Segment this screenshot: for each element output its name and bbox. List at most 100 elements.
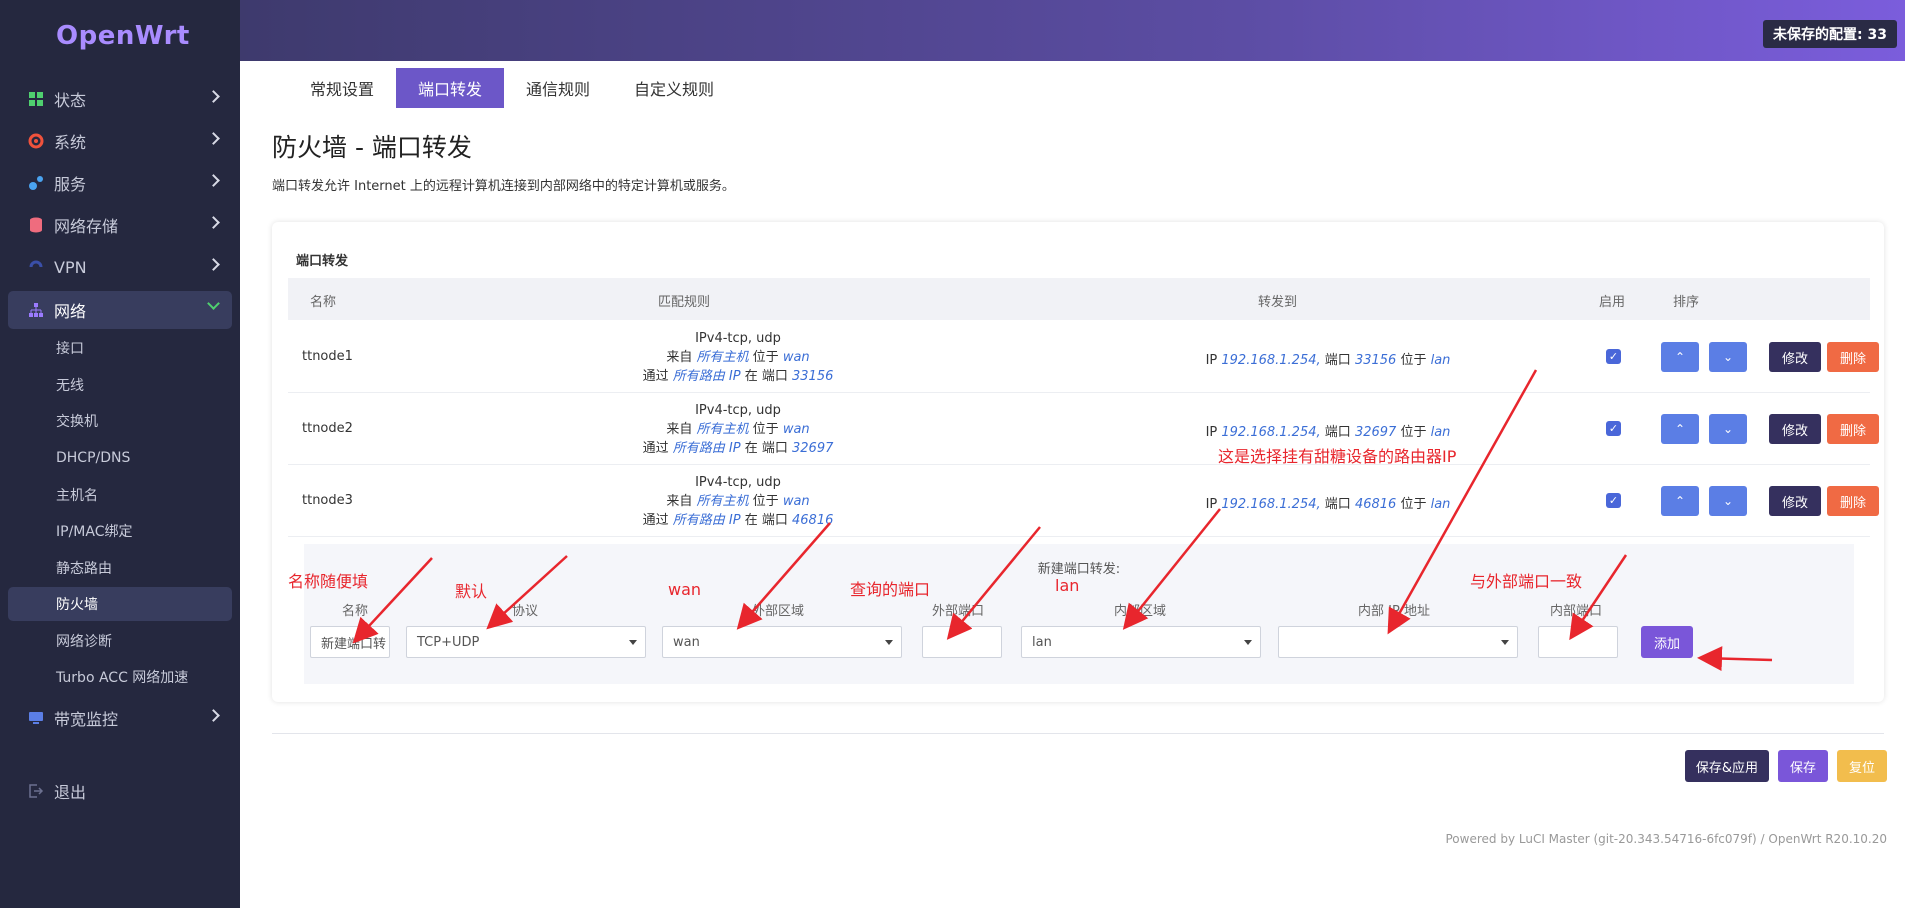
sidebar-item-label: 服务 [54, 175, 87, 194]
sidebar-subitem-turbo-acc[interactable]: Turbo ACC 网络加速 [8, 660, 232, 694]
sidebar-subitem-firewall[interactable]: 防火墙 [8, 587, 232, 621]
sidebar-item-label: 网络 [54, 302, 87, 321]
move-down-button[interactable]: ⌄ [1709, 414, 1747, 444]
enable-checkbox[interactable]: ✓ [1606, 349, 1621, 364]
tab-traffic-rules[interactable]: 通信规则 [504, 68, 612, 108]
new-int-port-label: 内部端口 [1550, 604, 1603, 619]
text: 通过 [642, 369, 669, 384]
text: 来自 [666, 494, 693, 509]
forward-target: IP 192.168.1.254, 端口 33156 位于 lan [1118, 349, 1538, 368]
sidebar-item-system[interactable]: 系统 [8, 122, 232, 160]
sidebar-subitem-static-routes[interactable]: 静态路由 [8, 551, 232, 585]
move-up-button[interactable]: ⌃ [1661, 414, 1699, 444]
move-up-button[interactable]: ⌃ [1661, 342, 1699, 372]
save-button[interactable]: 保存 [1778, 750, 1828, 782]
text: IP [1205, 425, 1218, 440]
internal-zone-select[interactable]: lan [1021, 626, 1261, 658]
rule-name: ttnode2 [302, 421, 353, 436]
new-name-label: 名称 [342, 604, 369, 619]
sidebar-subitem-switch[interactable]: 交换机 [8, 404, 232, 438]
sidebar-item-bandwidth[interactable]: 带宽监控 [8, 699, 232, 737]
annotation-port: 查询的端口 [850, 580, 931, 599]
enable-checkbox[interactable]: ✓ [1606, 493, 1621, 508]
external-port-input[interactable] [922, 626, 1002, 658]
section-title: 端口转发 [296, 254, 349, 269]
sidebar-subitem-interfaces[interactable]: 接口 [8, 331, 232, 365]
annotation-intport: 与外部端口一致 [1470, 572, 1583, 591]
match-proto: IPv4-tcp, udp [695, 403, 781, 418]
network-icon [28, 302, 44, 318]
sidebar-subitem-wireless[interactable]: 无线 [8, 368, 232, 402]
match-from: 来自 所有主机 位于 wan [528, 420, 948, 439]
sidebar-subitem-diagnostics[interactable]: 网络诊断 [8, 624, 232, 658]
edit-button[interactable]: 修改 [1769, 342, 1821, 372]
text: 端口 [1324, 497, 1351, 512]
sidebar-item-storage[interactable]: 网络存储 [8, 206, 232, 244]
add-button[interactable]: 添加 [1641, 626, 1693, 658]
new-ext-zone-label: 外部区域 [752, 604, 805, 619]
reset-button[interactable]: 复位 [1837, 750, 1887, 782]
table-header: 名称 匹配规则 转发到 启用 排序 [288, 278, 1870, 320]
move-down-button[interactable]: ⌄ [1709, 342, 1747, 372]
edit-button[interactable]: 修改 [1769, 486, 1821, 516]
page-description: 端口转发允许 Internet 上的远程计算机连接到内部网络中的特定计算机或服务… [272, 179, 735, 194]
new-name-input[interactable]: 新建端口转 [310, 626, 390, 658]
link-text: lan [1430, 425, 1451, 440]
text: 在 端口 [744, 441, 788, 456]
sidebar-item-label: VPN [54, 257, 87, 277]
forward-target: IP 192.168.1.254, 端口 46816 位于 lan [1118, 493, 1538, 512]
tab-general[interactable]: 常规设置 [288, 68, 396, 108]
text: 在 端口 [744, 513, 788, 528]
sidebar-item-status[interactable]: 状态 [8, 80, 232, 118]
internal-port-input[interactable] [1538, 626, 1618, 658]
move-down-button[interactable]: ⌄ [1709, 486, 1747, 516]
match-rule: IPv4-tcp, udp 来自 所有主机 位于 wan 通过 所有路由 IP … [528, 329, 948, 386]
delete-button[interactable]: 删除 [1827, 486, 1879, 516]
delete-button[interactable]: 删除 [1827, 342, 1879, 372]
new-int-zone-label: 内部区域 [1114, 604, 1167, 619]
text: 来自 [666, 350, 693, 365]
sidebar-item-logout[interactable]: 退出 [8, 772, 232, 810]
annotation-wan: wan [668, 580, 702, 599]
match-proto: IPv4-tcp, udp [695, 331, 781, 346]
edit-button[interactable]: 修改 [1769, 414, 1821, 444]
sidebar-subitem-ip-mac-binding[interactable]: IP/MAC绑定 [8, 514, 232, 548]
table-row: ttnode2 IPv4-tcp, udp 来自 所有主机 位于 wan 通过 … [288, 393, 1879, 465]
unsaved-changes-badge[interactable]: 未保存的配置: 33 [1763, 20, 1897, 48]
text: 通过 [642, 513, 669, 528]
sidebar-subitem-dhcp-dns[interactable]: DHCP/DNS [8, 441, 232, 475]
page-title: 防火墙 - 端口转发 [272, 133, 472, 162]
link-text: 192.168.1.254, [1221, 425, 1321, 440]
sidebar-item-vpn[interactable]: VPN [8, 248, 232, 286]
delete-button[interactable]: 删除 [1827, 414, 1879, 444]
move-up-button[interactable]: ⌃ [1661, 486, 1699, 516]
dashboard-icon [28, 91, 44, 107]
annotation-proto: 默认 [455, 582, 488, 601]
text: 位于 [1400, 425, 1427, 440]
logo[interactable]: OpenWrt [0, 0, 240, 72]
save-apply-button[interactable]: 保存&应用 [1685, 750, 1769, 782]
tab-custom-rules[interactable]: 自定义规则 [612, 68, 736, 108]
tab-bar: 常规设置 端口转发 通信规则 自定义规则 [288, 68, 736, 108]
text: 来自 [666, 422, 693, 437]
new-ext-port-label: 外部端口 [932, 604, 985, 619]
sidebar-item-services[interactable]: 服务 [8, 164, 232, 202]
match-rule: IPv4-tcp, udp 来自 所有主机 位于 wan 通过 所有路由 IP … [528, 401, 948, 458]
sidebar-item-network[interactable]: 网络 [8, 291, 232, 329]
text: IP [1205, 497, 1218, 512]
sidebar: OpenWrt 状态 系统 服务 网络存储 VPN 网络 接口 无线 交换机 D… [0, 0, 240, 908]
text: 位于 [752, 350, 779, 365]
enable-checkbox[interactable]: ✓ [1606, 421, 1621, 436]
internal-ip-select[interactable] [1278, 626, 1518, 658]
link-text: 所有路由 IP [672, 441, 741, 456]
link-text: 192.168.1.254, [1221, 353, 1321, 368]
link-text: 192.168.1.254, [1221, 497, 1321, 512]
sidebar-item-label: 系统 [54, 133, 87, 152]
sidebar-subitem-hostnames[interactable]: 主机名 [8, 478, 232, 512]
rule-name: ttnode3 [302, 493, 353, 508]
external-zone-select[interactable]: wan [662, 626, 902, 658]
text: 位于 [752, 494, 779, 509]
tab-port-forward[interactable]: 端口转发 [396, 68, 505, 108]
protocol-select[interactable]: TCP+UDP [406, 626, 646, 658]
link-text: 所有路由 IP [672, 369, 741, 384]
